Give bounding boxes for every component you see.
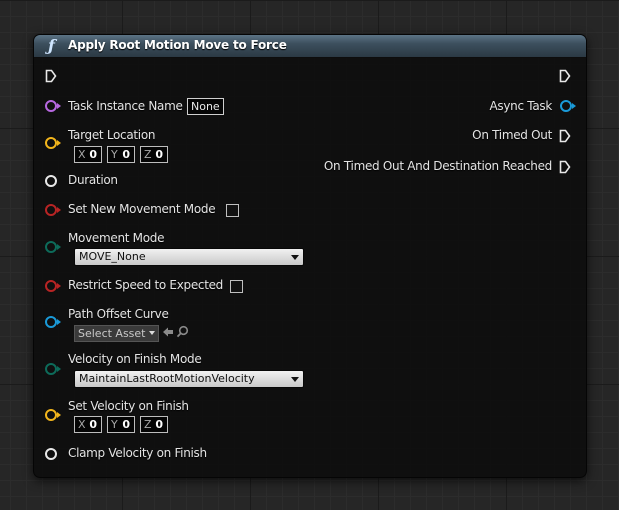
task-instance-name-pin-icon[interactable] [45,100,61,112]
set-new-movement-mode-checkbox[interactable] [226,204,239,217]
set-velocity-z-field[interactable]: Z0 [140,416,168,433]
set-new-movement-mode-label: Set New Movement Mode [68,202,216,216]
task-instance-name-label: Task Instance Name [68,99,183,113]
target-location-label: Target Location [68,128,156,142]
on-timed-out-exec-pin-icon[interactable] [559,129,571,143]
chevron-down-icon [291,255,299,260]
set-velocity-x-field[interactable]: X0 [74,416,102,433]
velocity-on-finish-mode-label: Velocity on Finish Mode [68,352,202,366]
clamp-velocity-on-finish-label: Clamp Velocity on Finish [68,446,207,460]
restrict-speed-pin-icon[interactable] [45,280,61,292]
on-timed-out-label: On Timed Out [472,128,552,142]
restrict-speed-checkbox[interactable] [230,280,243,293]
clamp-velocity-on-finish-pin-icon[interactable] [45,448,57,460]
select-asset-dropdown[interactable]: Select Asset [74,325,159,342]
movement-mode-label: Movement Mode [68,231,165,245]
use-selected-asset-arrow-icon[interactable] [162,326,174,338]
set-velocity-on-finish-pin-icon[interactable] [45,409,61,421]
apply-root-motion-move-to-force-node[interactable]: ƒ Apply Root Motion Move to Force Task I… [33,34,587,478]
on-timed-out-and-destination-reached-exec-pin-icon[interactable] [559,160,571,174]
target-location-y-field[interactable]: Y0 [107,146,135,163]
on-timed-out-and-destination-reached-label: On Timed Out And Destination Reached [323,159,552,173]
async-task-label: Async Task [489,99,553,113]
path-offset-curve-pin-icon[interactable] [45,316,61,328]
velocity-on-finish-mode-dropdown[interactable]: MaintainLastRootMotionVelocity [74,370,304,388]
duration-label: Duration [68,173,118,187]
function-icon: ƒ [48,36,55,55]
set-new-movement-mode-pin-icon[interactable] [45,204,61,216]
duration-pin-icon[interactable] [45,175,57,187]
node-header[interactable]: ƒ Apply Root Motion Move to Force [34,35,586,58]
set-velocity-y-field[interactable]: Y0 [107,416,135,433]
task-instance-name-field[interactable]: None [187,98,224,115]
async-task-pin-icon[interactable] [560,100,576,112]
target-location-x-field[interactable]: X0 [74,146,102,163]
path-offset-curve-label: Path Offset Curve [68,307,169,321]
movement-mode-dropdown[interactable]: MOVE_None [74,248,304,266]
exec-in-pin-icon[interactable] [45,69,57,83]
velocity-on-finish-mode-pin-icon[interactable] [45,363,61,375]
chevron-down-icon [291,377,299,382]
exec-out-pin-icon[interactable] [559,69,571,83]
movement-mode-pin-icon[interactable] [45,241,61,253]
chevron-down-icon [149,331,155,335]
set-velocity-on-finish-label: Set Velocity on Finish [68,399,189,413]
target-location-z-field[interactable]: Z0 [140,146,168,163]
restrict-speed-label: Restrict Speed to Expected [68,278,224,292]
browse-asset-search-icon[interactable] [176,325,189,338]
node-title: Apply Root Motion Move to Force [68,38,287,52]
target-location-pin-icon[interactable] [45,137,61,149]
